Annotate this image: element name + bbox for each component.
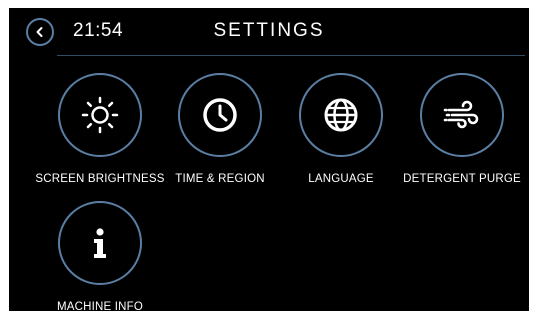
detergent-purge-circle[interactable] bbox=[420, 73, 504, 157]
sun-icon bbox=[81, 96, 119, 134]
machine-info-label: MACHINE INFO bbox=[56, 301, 144, 311]
wind-icon bbox=[443, 100, 479, 129]
screen-brightness-circle[interactable] bbox=[58, 73, 142, 157]
detergent-purge-button[interactable]: DETERGENT PURGE bbox=[382, 73, 529, 203]
settings-screen: 21:54 SETTINGS SCREEN BRIGHTNESS TIME & … bbox=[9, 8, 529, 311]
time-region-circle[interactable] bbox=[178, 73, 262, 157]
machine-info-circle[interactable] bbox=[58, 201, 142, 285]
info-icon bbox=[94, 228, 106, 258]
globe-icon bbox=[324, 98, 358, 132]
header-divider bbox=[57, 55, 525, 56]
detergent-purge-label: DETERGENT PURGE bbox=[403, 173, 521, 185]
header-bar: 21:54 SETTINGS bbox=[9, 8, 529, 54]
machine-info-button[interactable]: MACHINE INFO bbox=[20, 201, 180, 311]
page-title: SETTINGS bbox=[213, 20, 325, 41]
language-circle[interactable] bbox=[299, 73, 383, 157]
clock-icon bbox=[203, 98, 237, 132]
